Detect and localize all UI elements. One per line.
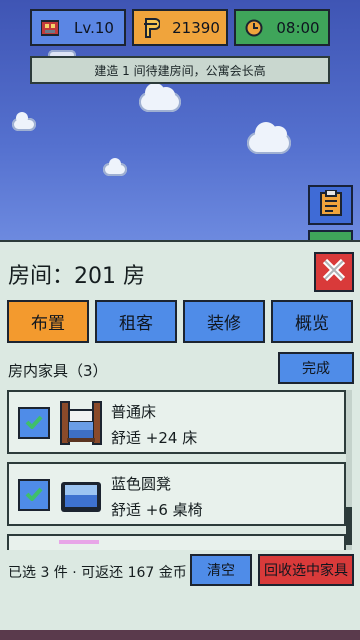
furniture-list[interactable]: 普通床 舒适 +24 床 蓝色圆凳 舒适 +6 桌椅 bbox=[7, 390, 347, 550]
room-panel: 房间：201 房 布置 租客 装修 概览 房内家具（3） 完成 普通床 舒适 +… bbox=[0, 240, 360, 632]
tip-text: 建造 1 间待建房间，公寓会长高 bbox=[94, 63, 266, 78]
time-value: 08:00 bbox=[276, 18, 320, 37]
building-map-icon bbox=[40, 18, 60, 38]
scrollbar-thumb[interactable] bbox=[346, 507, 352, 545]
clear-button[interactable]: 清空 bbox=[190, 554, 252, 586]
coin-p-icon bbox=[142, 17, 162, 38]
checkmark-icon bbox=[25, 486, 43, 505]
cloud bbox=[103, 158, 127, 176]
furniture-desc: 舒适 +24 床 bbox=[111, 429, 198, 447]
done-button[interactable]: 完成 bbox=[278, 352, 354, 384]
selection-summary: 已选 3 件 · 可返还 167 金币 bbox=[8, 565, 187, 581]
bottom-bar bbox=[0, 630, 360, 640]
cloud bbox=[139, 83, 181, 112]
close-button[interactable] bbox=[314, 252, 354, 292]
tab-bar: 布置 租客 装修 概览 bbox=[7, 300, 353, 343]
recycle-selected-button[interactable]: 回收选中家具 bbox=[258, 554, 354, 586]
furniture-name: 蓝色圆凳 bbox=[111, 475, 172, 493]
tab-layout[interactable]: 布置 bbox=[7, 300, 89, 343]
coins-badge[interactable]: 21390 bbox=[132, 9, 228, 46]
stool-icon bbox=[59, 472, 103, 518]
cloud bbox=[247, 122, 291, 154]
furniture-desc: 舒适 +6 桌椅 bbox=[111, 501, 203, 519]
level-value: Lv.10 bbox=[74, 18, 114, 37]
list-item[interactable] bbox=[7, 534, 346, 550]
tab-decorate[interactable]: 装修 bbox=[183, 300, 265, 343]
close-icon bbox=[322, 258, 346, 286]
tab-tenants[interactable]: 租客 bbox=[95, 300, 177, 343]
furniture-section-label: 房内家具（3） bbox=[8, 362, 108, 380]
clipboard-icon bbox=[319, 189, 342, 220]
time-badge[interactable]: 08:00 bbox=[234, 9, 330, 46]
tab-overview[interactable]: 概览 bbox=[271, 300, 353, 343]
list-item[interactable]: 蓝色圆凳 舒适 +6 桌椅 bbox=[7, 462, 346, 526]
checkbox[interactable] bbox=[18, 479, 50, 511]
level-badge[interactable]: Lv.10 bbox=[30, 9, 126, 46]
furniture-thumbnail-partial bbox=[59, 540, 99, 544]
checkbox[interactable] bbox=[18, 407, 50, 439]
tip-banner: 建造 1 间待建房间，公寓会长高 bbox=[30, 56, 330, 84]
cloud bbox=[12, 112, 36, 131]
bed-icon bbox=[59, 400, 103, 446]
panel-title: 房间：201 房 bbox=[8, 264, 145, 289]
checkmark-icon bbox=[25, 414, 43, 433]
coins-value: 21390 bbox=[172, 18, 220, 37]
list-item[interactable]: 普通床 舒适 +24 床 bbox=[7, 390, 346, 454]
furniture-name: 普通床 bbox=[111, 403, 157, 421]
clock-icon bbox=[244, 18, 264, 38]
clipboard-button[interactable] bbox=[308, 185, 353, 225]
